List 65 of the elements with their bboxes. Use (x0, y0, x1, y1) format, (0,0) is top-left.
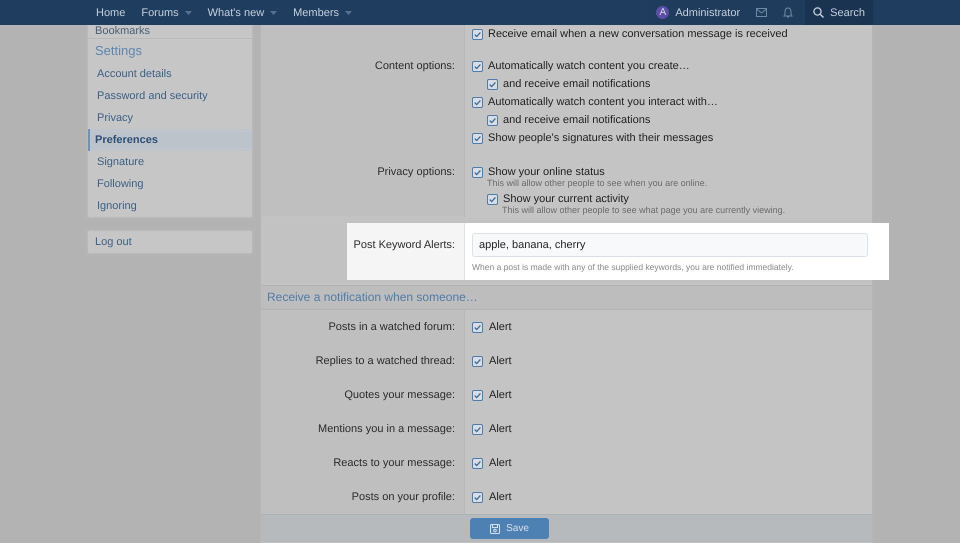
nav-link[interactable]: Forums (133, 0, 200, 25)
option-label: Alert (489, 456, 512, 471)
sidebar-link[interactable]: Following (88, 173, 252, 195)
option-label: Automatically watch content you interact with… (488, 96, 718, 108)
checked-checkbox[interactable] (472, 492, 483, 502)
checked-checkbox[interactable] (472, 458, 483, 468)
save-button[interactable]: Save (470, 518, 549, 539)
checked-checkbox[interactable] (472, 96, 483, 108)
option-hint: This will allow other people to see when you are online. (487, 178, 708, 188)
caret-icon (270, 10, 278, 14)
option-label: Alert (489, 320, 512, 335)
field-label: Quotes your message: (344, 389, 455, 401)
option-label: Receive email when a new conversation message is received (488, 28, 788, 40)
nav-link[interactable]: Home (88, 0, 134, 25)
keyword-input[interactable]: apple, banana, cherry (472, 233, 868, 257)
sidebar-link[interactable]: Account details (88, 63, 252, 85)
option-label: and receive email notifications (503, 114, 650, 126)
checked-checkbox[interactable] (487, 114, 498, 126)
option-label: Alert (489, 388, 512, 403)
checked-checkbox[interactable] (487, 78, 498, 90)
field-label: Posts in a watched forum: (328, 321, 455, 333)
field-label: Post Keyword Alerts: (354, 239, 455, 251)
field-label: Mentions you in a message: (318, 423, 455, 435)
sidebar-link[interactable]: Preferences (88, 129, 252, 151)
option-label: Automatically watch content you create… (488, 60, 690, 72)
search-icon (813, 7, 824, 18)
option-label: and receive email notifications (503, 78, 650, 90)
logout-link[interactable]: Log out (88, 231, 252, 253)
nav-link[interactable]: What's new (200, 0, 286, 25)
option-label: Show your current activity (503, 193, 629, 205)
sidebar-heading: Settings (94, 42, 143, 60)
caret-icon (344, 10, 352, 14)
checked-checkbox[interactable] (472, 424, 483, 434)
bell-icon (783, 7, 794, 18)
checked-checkbox[interactable] (472, 132, 483, 144)
field-hint: When a post is made with any of the supplied keywords, you are notified immediately. (472, 262, 795, 272)
sidebar-link[interactable]: Password and security (88, 85, 252, 107)
option-label: Alert (489, 490, 512, 505)
field-label: Privacy options: (377, 166, 455, 178)
envelope-icon (756, 8, 768, 17)
checked-checkbox[interactable] (472, 322, 483, 332)
avatar-letter: A (656, 6, 670, 19)
sidebar-link[interactable]: Signature (88, 151, 252, 173)
checked-checkbox[interactable] (472, 60, 483, 72)
option-label: Alert (489, 422, 512, 437)
field-label: Content options: (374, 60, 455, 72)
option-hint: This will allow other people to see what page you are currently viewing. (502, 205, 786, 215)
search-button[interactable]: Search (805, 0, 873, 25)
field-label: Reacts to your message: (333, 457, 455, 469)
section-heading: Receive a notification when someone… (261, 285, 872, 310)
sidebar-link[interactable]: Privacy (88, 107, 252, 129)
field-label: Posts on your profile: (352, 491, 455, 503)
sidebar-link[interactable]: Ignoring (88, 195, 252, 217)
field-label: Replies to a watched thread: (316, 355, 455, 367)
checked-checkbox[interactable] (472, 390, 483, 400)
checked-checkbox[interactable] (472, 356, 483, 366)
checked-checkbox[interactable] (472, 166, 483, 178)
checked-checkbox[interactable] (472, 28, 483, 40)
checked-checkbox[interactable] (487, 194, 498, 204)
sidebar-link[interactable]: Bookmarks (88, 25, 252, 39)
option-label: Show your online status (488, 166, 605, 178)
option-label: Show people's signatures with their messages (488, 132, 714, 144)
caret-icon (184, 10, 192, 14)
option-label: Alert (489, 354, 512, 369)
nav-link[interactable]: Members (285, 0, 360, 25)
